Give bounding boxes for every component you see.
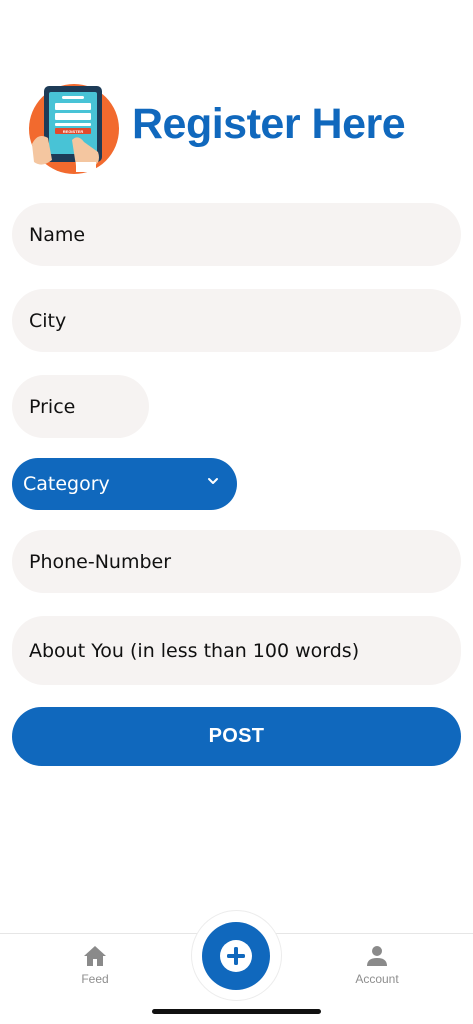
price-placeholder: Price [29,395,76,418]
phone-number-placeholder: Phone-Number [29,550,172,573]
tab-feed-label: Feed [81,972,109,986]
add-post-button[interactable] [202,922,270,990]
phone-number-input[interactable]: Phone-Number [12,530,461,593]
name-placeholder: Name [29,223,86,246]
chevron-down-icon [208,478,218,484]
name-input[interactable]: Name [12,203,461,266]
city-placeholder: City [29,309,67,332]
register-logo-icon: REGISTER [29,84,119,174]
page-title: Register Here [132,100,406,148]
tab-account[interactable]: Account [337,944,417,986]
city-input[interactable]: City [12,289,461,352]
price-input[interactable]: Price [12,375,149,438]
about-you-textarea[interactable]: About You (in less than 100 words) [12,616,461,685]
category-dropdown[interactable]: Category [12,458,237,510]
category-selected-value: Category [23,473,110,495]
tab-feed[interactable]: Feed [55,944,135,986]
header: REGISTER Register Here [28,82,448,178]
person-icon [367,946,387,966]
home-icon [84,946,106,966]
home-indicator [152,1009,321,1014]
tab-account-label: Account [355,972,399,986]
plus-circle-icon [220,940,252,972]
post-button[interactable]: POST [12,707,461,766]
logo-register-text: REGISTER [63,129,84,134]
about-you-placeholder: About You (in less than 100 words) [29,639,360,662]
